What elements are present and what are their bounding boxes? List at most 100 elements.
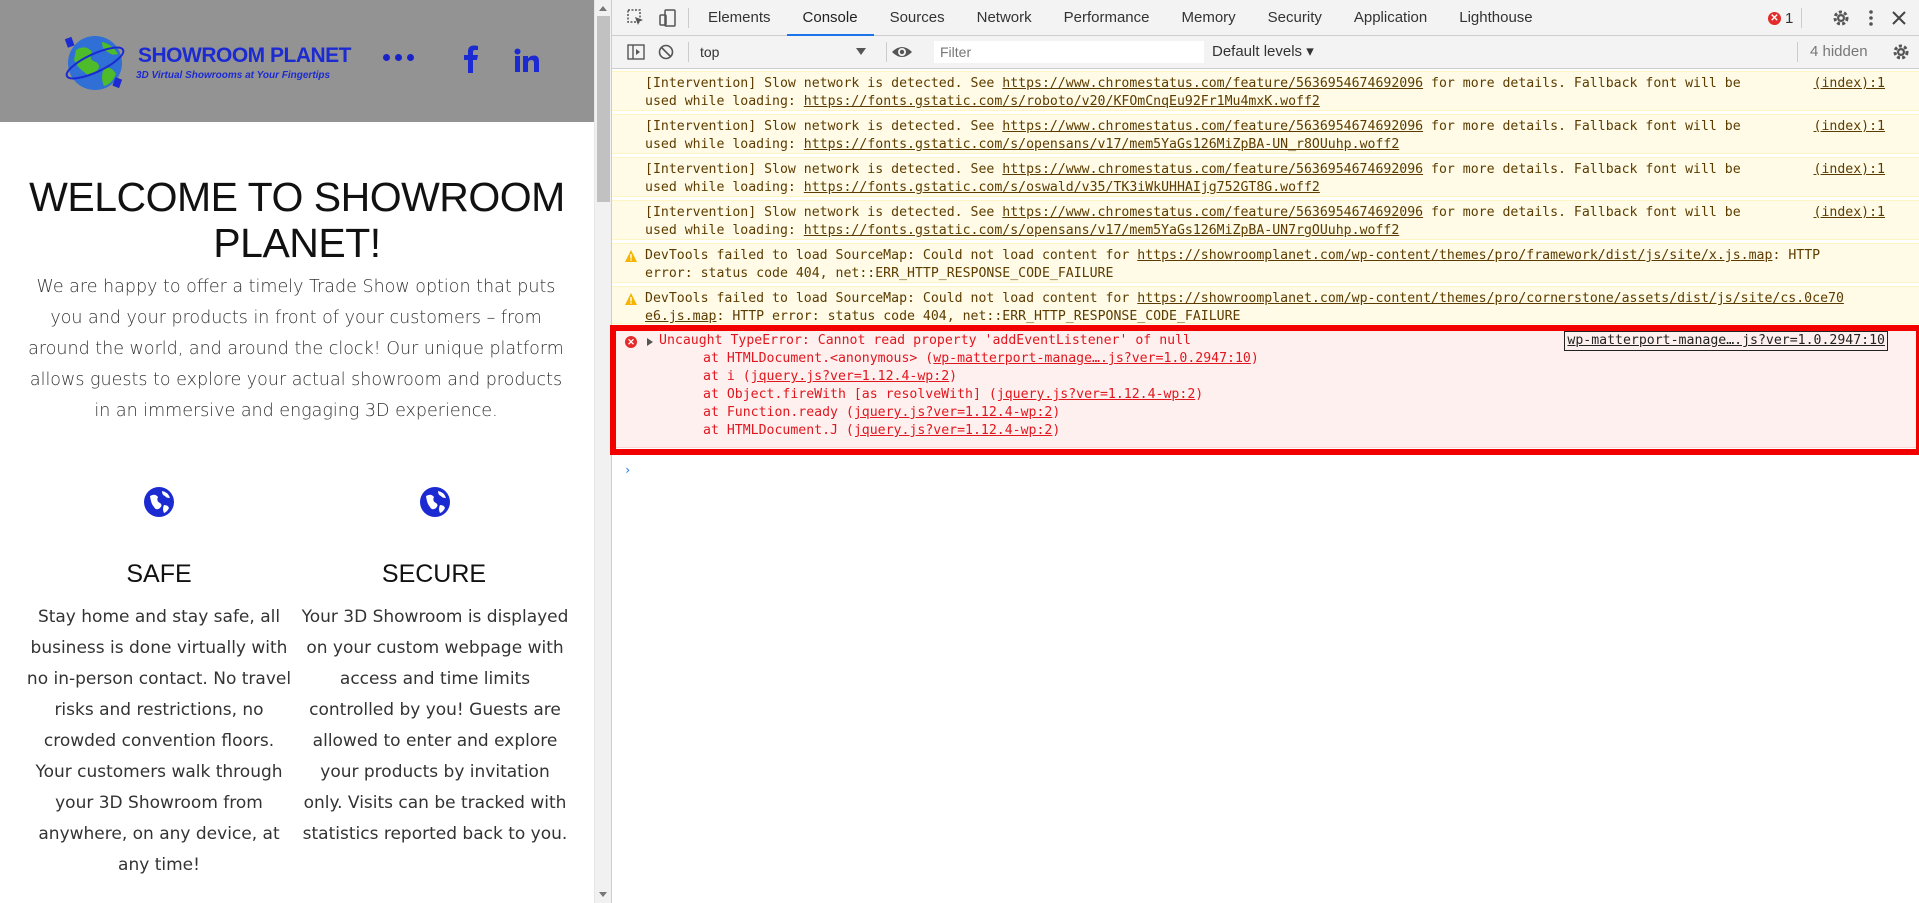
stack-frame-suffix: ) [1052, 423, 1061, 438]
tab-elements[interactable]: Elements [692, 0, 787, 36]
tab-lighthouse[interactable]: Lighthouse [1443, 0, 1548, 36]
tab-console[interactable]: Console [786, 0, 874, 36]
message-link[interactable]: https://fonts.gstatic.com/s/opensans/v17… [804, 223, 1399, 238]
message-prefix: [Intervention] Slow network is detected.… [645, 119, 1003, 134]
stack-frame-suffix: ) [1052, 405, 1061, 420]
tab-network[interactable]: Network [961, 0, 1048, 36]
message-source-link[interactable]: (index):1 [1814, 75, 1885, 93]
device-toolbar-icon[interactable] [658, 8, 678, 28]
globe-icon [144, 487, 174, 517]
message-prefix: DevTools failed to load SourceMap: Could… [645, 291, 1138, 306]
log-levels-dropdown[interactable]: Default levels ▾ [1212, 42, 1314, 62]
stack-frame-text: at i ( [703, 369, 751, 384]
feature-title-safe: SAFE [126, 560, 192, 588]
console-filter-input[interactable] [934, 41, 1204, 63]
stack-frame-link[interactable]: wp-matterport-manage….js?ver=1.0.2947:10 [933, 351, 1251, 366]
settings-gear-icon[interactable] [1831, 8, 1851, 28]
scroll-thumb[interactable] [597, 16, 610, 202]
expand-triangle-icon[interactable] [647, 338, 653, 346]
toolbar-divider [688, 8, 689, 28]
tab-application[interactable]: Application [1338, 0, 1443, 36]
stack-frame-text: at Object.fireWith [as resolveWith] ( [703, 387, 997, 402]
live-expression-eye-icon[interactable] [890, 42, 914, 62]
console-settings-gear-icon[interactable] [1891, 42, 1911, 62]
globe-logo-icon [64, 36, 125, 90]
console-message-intervention: [Intervention] Slow network is detected.… [612, 200, 1919, 240]
message-text: DevTools failed to load SourceMap: Could… [645, 290, 1844, 324]
message-line2: : HTTP error: status code 404, net::ERR_… [716, 309, 1241, 324]
execution-context-select[interactable]: top [700, 42, 866, 62]
message-line2: used while loading: [645, 94, 804, 109]
devtools-panel: Elements Console Sources Network Perform… [610, 0, 1919, 903]
stack-frame-suffix: ) [949, 369, 958, 384]
toolbar-divider [1801, 8, 1802, 28]
chevron-down-icon [856, 48, 866, 55]
message-link[interactable]: https://www.chromestatus.com/feature/563… [1002, 76, 1423, 91]
logo-name: SHOWROOM PLANET [138, 44, 352, 67]
message-text: [Intervention] Slow network is detected.… [645, 75, 1741, 111]
stack-frame: at i (jquery.js?ver=1.12.4-wp:2) [703, 368, 957, 386]
site-logo[interactable]: SHOWROOM PLANET 3D Virtual Showrooms at … [62, 28, 354, 98]
message-prefix: [Intervention] Slow network is detected.… [645, 162, 1003, 177]
page-scrollbar[interactable] [594, 0, 611, 903]
message-prefix: [Intervention] Slow network is detected.… [645, 205, 1003, 220]
clear-console-icon[interactable] [656, 42, 676, 62]
stack-frame-link[interactable]: jquery.js?ver=1.12.4-wp:2 [997, 387, 1196, 402]
close-icon[interactable] [1889, 8, 1909, 28]
more-menu-button[interactable] [378, 44, 418, 70]
show-sidebar-icon[interactable] [626, 42, 646, 62]
message-link[interactable]: https://fonts.gstatic.com/s/opensans/v17… [804, 137, 1399, 152]
message-text: [Intervention] Slow network is detected.… [645, 161, 1741, 197]
stack-frame-link[interactable]: jquery.js?ver=1.12.4-wp:2 [751, 369, 950, 384]
inspect-element-icon[interactable] [626, 8, 646, 28]
error-icon: ✕ [625, 336, 637, 348]
console-messages: [Intervention] Slow network is detected.… [610, 69, 1919, 903]
error-count-badge[interactable]: ✕ 1 [1768, 9, 1793, 27]
message-mid: for more details. Fallback font will be [1423, 119, 1741, 134]
tab-sources[interactable]: Sources [874, 0, 961, 36]
site-header: SHOWROOM PLANET 3D Virtual Showrooms at … [0, 0, 594, 122]
feature-text-secure: Your 3D Showroom is displayed on your cu… [301, 607, 569, 844]
message-source-link[interactable]: (index):1 [1814, 161, 1885, 179]
tab-security[interactable]: Security [1252, 0, 1338, 36]
message-link[interactable]: https://fonts.gstatic.com/s/oswald/v35/T… [804, 180, 1320, 195]
message-source-link[interactable]: (index):1 [1814, 204, 1885, 222]
logo-tagline: 3D Virtual Showrooms at Your Fingertips [136, 70, 331, 81]
dot-icon [406, 53, 414, 61]
message-link[interactable]: https://www.chromestatus.com/feature/563… [1002, 162, 1423, 177]
tab-memory[interactable]: Memory [1166, 0, 1252, 36]
console-toolbar: top Default levels ▾ 4 hidden [612, 36, 1919, 69]
tab-performance[interactable]: Performance [1048, 0, 1166, 36]
toolbar-divider [688, 42, 689, 62]
message-line2: error: status code 404, net::ERR_HTTP_RE… [645, 266, 1114, 281]
stack-frame-link[interactable]: jquery.js?ver=1.12.4-wp:2 [854, 423, 1053, 438]
message-source-link[interactable]: (index):1 [1814, 118, 1885, 136]
facebook-icon[interactable] [458, 44, 484, 74]
message-link[interactable]: https://showroomplanet.com/wp-content/th… [1137, 291, 1844, 306]
message-prefix: [Intervention] Slow network is detected.… [645, 76, 1003, 91]
message-line2: used while loading: [645, 180, 804, 195]
hero-title: WELCOME TO SHOWROOM PLANET! [29, 174, 565, 266]
error-source-link[interactable]: wp-matterport-manage….js?ver=1.0.2947:10 [1564, 331, 1888, 351]
message-mid: for more details. Fallback font will be [1423, 162, 1741, 177]
linkedin-icon[interactable] [511, 46, 541, 76]
message-link[interactable]: https://showroomplanet.com/wp-content/th… [1137, 248, 1772, 263]
scroll-up-arrow-icon[interactable] [599, 6, 607, 11]
console-prompt-icon[interactable]: › [624, 461, 631, 479]
error-count: 1 [1785, 9, 1794, 27]
stack-frame-link[interactable]: jquery.js?ver=1.12.4-wp:2 [854, 405, 1053, 420]
toolbar-divider [1797, 42, 1798, 62]
message-link[interactable]: https://fonts.gstatic.com/s/roboto/v20/K… [804, 94, 1320, 109]
message-link[interactable]: https://www.chromestatus.com/feature/563… [1002, 205, 1423, 220]
scroll-down-arrow-icon[interactable] [599, 892, 607, 897]
message-link[interactable]: https://www.chromestatus.com/feature/563… [1002, 119, 1423, 134]
console-message-intervention: [Intervention] Slow network is detected.… [612, 114, 1919, 154]
stack-frame-text: at HTMLDocument.<anonymous> ( [703, 351, 934, 366]
message-prefix: DevTools failed to load SourceMap: Could… [645, 248, 1138, 263]
devtools-tabbar: Elements Console Sources Network Perform… [612, 0, 1919, 36]
message-text: [Intervention] Slow network is detected.… [645, 118, 1741, 154]
more-options-kebab-icon[interactable] [1861, 8, 1881, 28]
hero-text: We are happy to offer a timely Trade Sho… [28, 277, 564, 421]
message-mid: : HTTP [1772, 248, 1821, 263]
message-link[interactable]: e6.js.map [645, 309, 716, 323]
